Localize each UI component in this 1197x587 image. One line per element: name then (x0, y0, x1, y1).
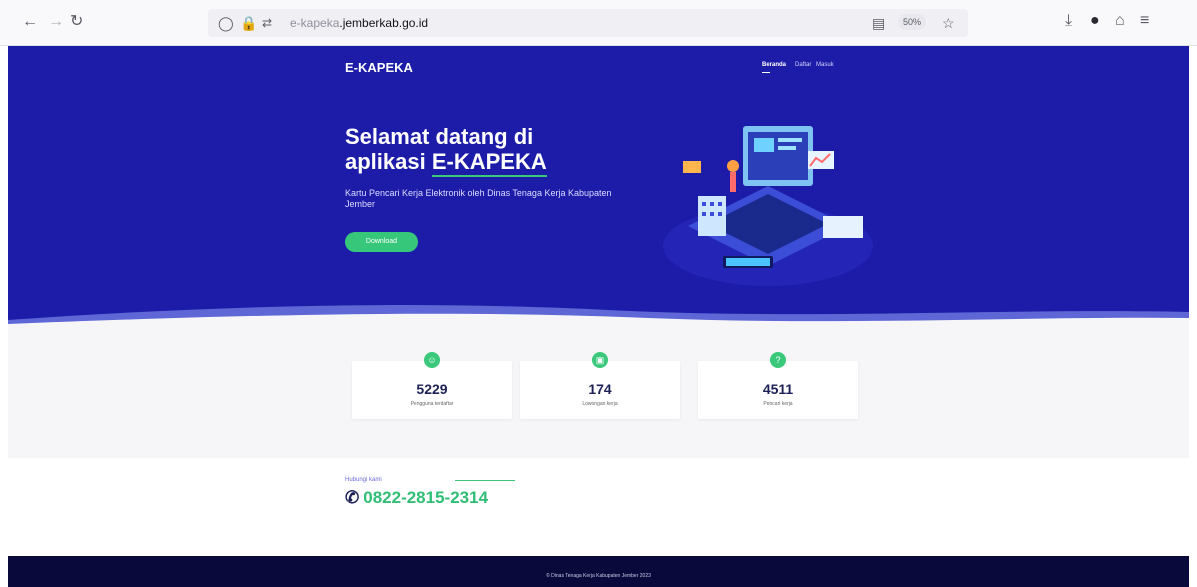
stat-value: 174 (588, 381, 612, 397)
hero-subtitle: Kartu Pencari Kerja Elektronik oleh Dina… (345, 188, 612, 209)
phone-number[interactable]: 0822-2815-2314 (363, 488, 488, 507)
permissions-icon[interactable]: ⇄ (262, 15, 272, 31)
downloads-icon[interactable]: ⤓ (1065, 13, 1072, 29)
reader-view-icon[interactable]: ▤ (872, 15, 885, 31)
download-button[interactable]: Download (345, 232, 418, 252)
footer: © Dinas Tenaga Kerja Kabupaten Jember 20… (8, 556, 1189, 587)
zoom-level[interactable]: 50% (898, 14, 927, 30)
nav-masuk[interactable]: Masuk (816, 62, 834, 68)
contact-phone[interactable]: ✆ 0822-2815-2314 (345, 488, 488, 508)
hero-illustration (663, 126, 873, 286)
nav-daftar[interactable]: Daftar (795, 62, 811, 68)
bookmark-star-icon[interactable]: ☆ (942, 15, 955, 31)
hero-title-line1: Selamat datang di (345, 124, 534, 149)
stat-label: Pengguna terdaftar (410, 401, 454, 407)
users-icon: ☺ (424, 352, 440, 368)
stat-label: Pencari kerja (763, 401, 793, 407)
hero-title: Selamat datang di aplikasi E-KAPEKA (345, 124, 605, 177)
stats-section: ☺ 5229 Pengguna terdaftar ▣ 174 Lowongan… (8, 328, 1189, 458)
url-text[interactable]: e-kapeka.jemberkab.go.id (290, 16, 428, 30)
browser-toolbar: ← → ↻ ◯ 🔒 ⇄ e-kapeka.jemberkab.go.id ▤ 5… (0, 0, 1197, 46)
stat-card: ▣ 174 Lowongan kerja (520, 352, 680, 419)
nav-beranda[interactable]: Beranda (762, 62, 786, 68)
hero-title-highlight: E-KAPEKA (431, 149, 547, 177)
account-icon[interactable]: ● (1090, 13, 1100, 29)
stat-card: ☺ 5229 Pengguna terdaftar (352, 352, 512, 419)
back-icon[interactable]: ← (22, 14, 38, 30)
address-bar[interactable]: ◯ 🔒 ⇄ e-kapeka.jemberkab.go.id ▤ 50% ☆ (208, 9, 968, 37)
contact-label: Hubungi kami (345, 477, 382, 483)
contact-divider (455, 480, 515, 481)
nav-active-indicator (762, 72, 770, 73)
menu-icon[interactable]: ≡ (1140, 13, 1149, 29)
shield-icon[interactable]: ◯ (218, 15, 234, 31)
stat-value: 4511 (762, 381, 794, 397)
hero-section: E-KAPEKA Beranda Daftar Masuk Selamat da… (8, 46, 1189, 328)
hero-wave (8, 305, 1189, 328)
footer-copyright: © Dinas Tenaga Kerja Kabupaten Jember 20… (546, 573, 651, 579)
briefcase-icon: ▣ (592, 352, 608, 368)
lock-icon[interactable]: 🔒 (240, 15, 257, 31)
forward-icon[interactable]: → (48, 14, 64, 30)
phone-icon: ✆ (345, 488, 360, 507)
hero-title-prefix: aplikasi (345, 149, 432, 174)
stat-value: 5229 (416, 381, 448, 397)
site-logo[interactable]: E-KAPEKA (345, 60, 413, 75)
stat-card: ? 4511 Pencari kerja (698, 352, 858, 419)
user-search-icon: ? (770, 352, 786, 368)
reload-icon[interactable]: ↻ (70, 14, 83, 30)
stat-label: Lowongan kerja (582, 401, 618, 407)
extensions-icon[interactable]: ⌂ (1115, 13, 1125, 29)
